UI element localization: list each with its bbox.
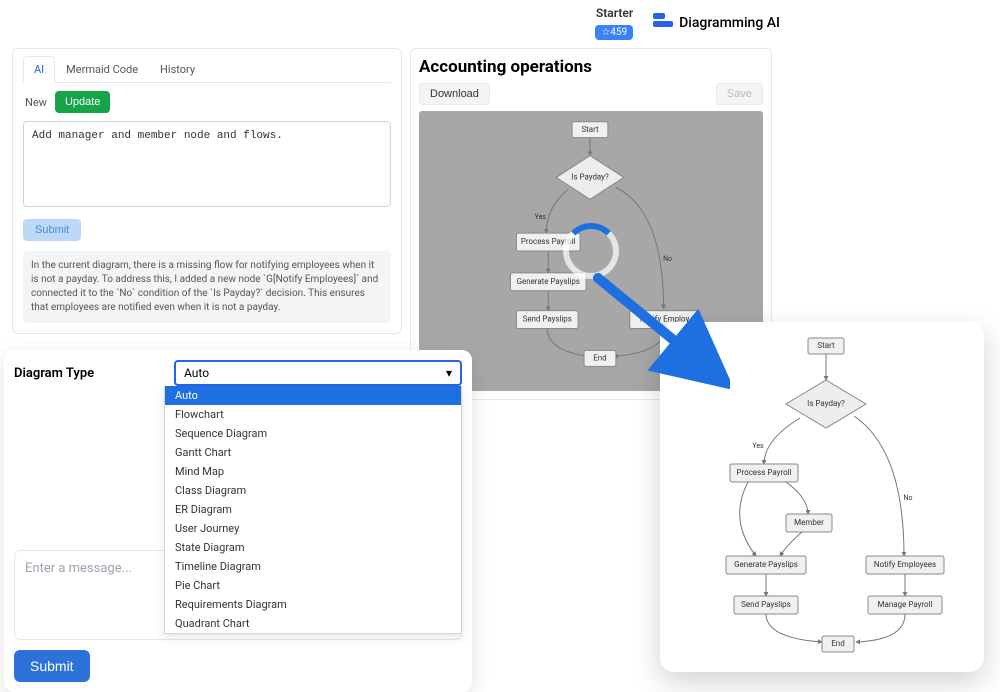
- diagram-type-dropdown: Auto Flowchart Sequence Diagram Gantt Ch…: [164, 386, 462, 634]
- ai-response-text: In the current diagram, there is a missi…: [23, 251, 391, 323]
- node-start: Start: [581, 125, 599, 134]
- diagram-type-option[interactable]: Class Diagram: [165, 481, 461, 500]
- diagram-type-option[interactable]: Pie Chart: [165, 576, 461, 595]
- editor-panel: AI Mermaid Code History New Update Submi…: [12, 48, 402, 334]
- edge-yes: Yes: [535, 213, 547, 221]
- diagram-type-selected: Auto: [184, 366, 209, 380]
- tab-history[interactable]: History: [149, 56, 206, 83]
- diagram-type-option[interactable]: Auto: [165, 386, 461, 405]
- result-edge-yes: Yes: [752, 442, 764, 450]
- node-generate-payslips: Generate Payslips: [517, 277, 580, 286]
- result-node-member: Member: [794, 518, 824, 527]
- node-decision: Is Payday?: [571, 173, 609, 182]
- result-node-notify: Notify Employees: [874, 560, 936, 569]
- result-node-manage-payroll: Manage Payroll: [878, 600, 933, 609]
- diagram-type-option[interactable]: State Diagram: [165, 538, 461, 557]
- result-edge-no: No: [904, 494, 913, 502]
- new-link[interactable]: New: [25, 96, 47, 109]
- diagram-type-label: Diagram Type: [14, 366, 164, 381]
- result-node-decision: Is Payday?: [807, 399, 845, 408]
- diagram-type-option[interactable]: ER Diagram: [165, 500, 461, 519]
- update-button[interactable]: Update: [55, 91, 110, 113]
- save-button[interactable]: Save: [716, 83, 763, 105]
- result-node-send-payslips: Send Payslips: [741, 600, 791, 609]
- download-button[interactable]: Download: [419, 83, 490, 105]
- callout-arrow-icon: [590, 270, 730, 390]
- result-node-generate-payslips: Generate Payslips: [734, 560, 798, 569]
- instruction-input[interactable]: [23, 121, 391, 207]
- brand-logo-icon: [653, 13, 673, 33]
- diagram-type-option[interactable]: Sequence Diagram: [165, 424, 461, 443]
- result-node-process-payroll: Process Payroll: [736, 468, 791, 477]
- diagram-title: Accounting operations: [419, 57, 763, 77]
- result-node-end: End: [831, 639, 844, 648]
- diagram-type-panel: Diagram Type Auto ▾ Auto Flowchart Seque…: [4, 350, 472, 692]
- diagram-type-option[interactable]: Flowchart: [165, 405, 461, 424]
- diagram-type-option[interactable]: Quadrant Chart: [165, 614, 461, 633]
- diagram-type-option[interactable]: User Journey: [165, 519, 461, 538]
- editor-tabs: AI Mermaid Code History: [23, 55, 391, 83]
- plan-label: Starter: [595, 6, 633, 20]
- edge-no: No: [663, 255, 672, 263]
- diagram-type-option[interactable]: Mind Map: [165, 462, 461, 481]
- diagram-type-option[interactable]: Requirements Diagram: [165, 595, 461, 614]
- submit-instruction-button[interactable]: Submit: [23, 219, 81, 241]
- chevron-down-icon: ▾: [446, 366, 452, 380]
- diagram-type-option[interactable]: Timeline Diagram: [165, 557, 461, 576]
- node-send-payslips: Send Payslips: [523, 315, 572, 324]
- diagram-type-option[interactable]: Gantt Chart: [165, 443, 461, 462]
- submit-button[interactable]: Submit: [14, 650, 90, 682]
- tab-mermaid[interactable]: Mermaid Code: [55, 56, 149, 83]
- result-node-start: Start: [817, 341, 835, 350]
- tab-ai[interactable]: AI: [23, 56, 55, 83]
- diagram-type-select[interactable]: Auto ▾: [174, 360, 462, 386]
- brand-name: Diagramming AI: [679, 15, 780, 31]
- credits-badge: ☆459: [595, 25, 633, 40]
- brand: Diagramming AI: [653, 13, 780, 33]
